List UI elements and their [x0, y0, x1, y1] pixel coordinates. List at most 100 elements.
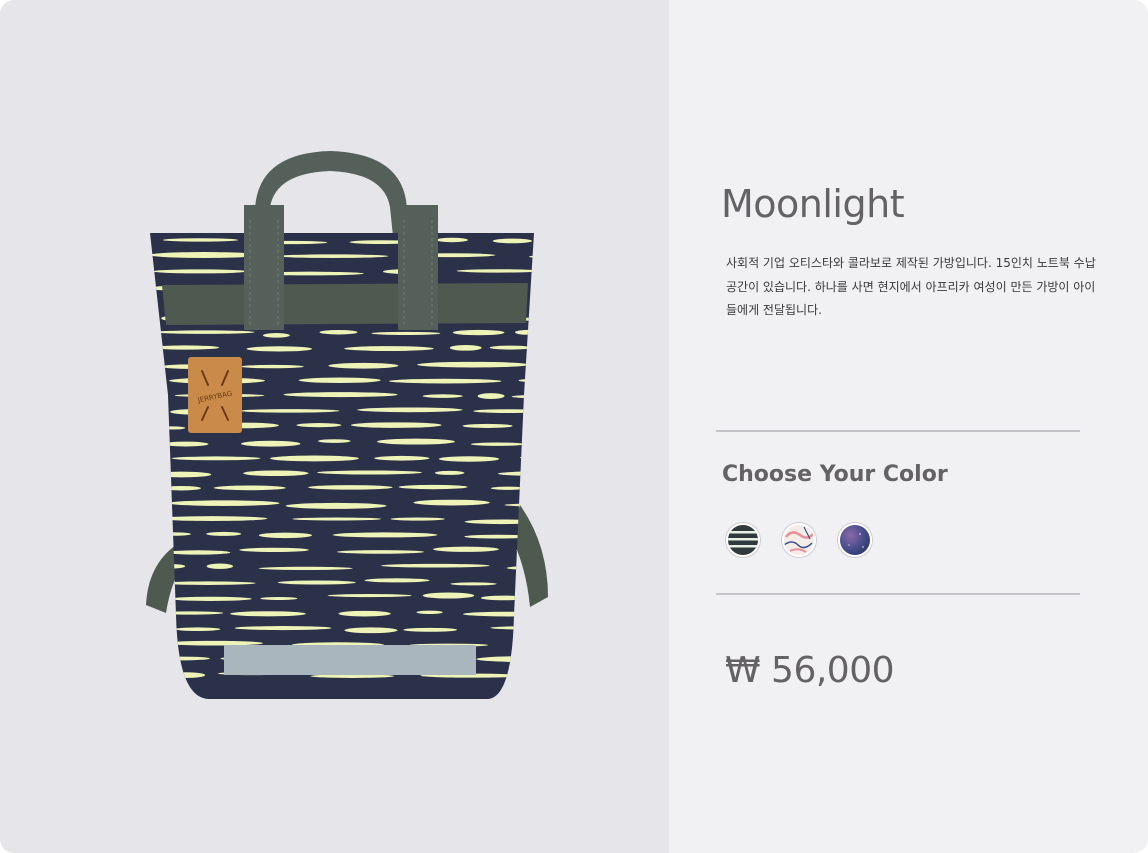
product-title: Moonlight	[721, 182, 905, 226]
color-swatch-group	[726, 523, 872, 557]
bag-pattern-stroke	[171, 456, 261, 461]
bag-pattern-stroke	[462, 423, 513, 428]
bag-pattern-stroke	[317, 439, 351, 443]
bag-pattern-stroke	[277, 254, 389, 258]
bag-pattern-stroke	[390, 517, 445, 521]
product-card: JERRYBAG Moonlight 사회적 기업 오티스타와 콜라보로 제작된…	[0, 0, 1148, 853]
bag-pattern-stroke	[413, 499, 490, 506]
bag-pattern-stroke	[158, 532, 191, 536]
bag-pattern-stroke	[470, 442, 525, 446]
bag-pattern-stroke	[166, 550, 231, 555]
bag-pattern-stroke	[422, 394, 463, 398]
bag-pattern-stroke	[157, 426, 186, 430]
bag-pattern-stroke	[258, 566, 353, 570]
bag-pattern-stroke	[374, 455, 430, 461]
bag-pattern-stroke	[344, 346, 434, 352]
bag-pattern-stroke	[234, 626, 332, 631]
bag-pattern-stroke	[285, 502, 387, 509]
product-description: 사회적 기업 오티스타와 콜라보로 제작된 가방입니다. 15인치 노트북 수납…	[726, 256, 1096, 317]
bag-pattern-stroke	[308, 485, 393, 490]
bag-pattern-stroke	[381, 563, 490, 568]
bag-pattern-stroke	[260, 596, 298, 601]
bag-pattern-stroke	[151, 345, 220, 350]
bag-pattern-stroke	[243, 470, 309, 477]
bag-pattern-stroke	[398, 484, 468, 490]
bag-pattern-stroke	[206, 563, 234, 569]
bag-pattern-stroke	[456, 269, 534, 273]
product-price: ₩ 56,000	[725, 650, 895, 691]
bag-pattern-stroke	[438, 456, 500, 462]
bag-pattern-stroke	[296, 423, 342, 428]
bag-pattern-stroke	[357, 407, 463, 413]
bag-pattern-stroke	[240, 440, 301, 447]
bag-pattern-stroke	[450, 582, 497, 586]
bag-pattern-stroke	[156, 516, 268, 521]
bag-pattern-stroke	[317, 470, 422, 475]
bag-pattern-stroke	[152, 471, 212, 478]
bag-pattern-stroke	[328, 362, 399, 369]
product-image-panel: JERRYBAG	[0, 0, 669, 853]
bag-pattern-stroke	[528, 254, 534, 259]
bag-pattern-stroke	[152, 656, 210, 661]
bag-pattern-stroke	[492, 238, 532, 244]
bag-pattern-stroke	[154, 330, 255, 334]
bag-pattern-stroke	[161, 486, 201, 491]
bag-pattern-stroke	[473, 409, 534, 413]
bag-pattern-stroke	[292, 517, 382, 521]
bag-pattern-stroke	[376, 438, 455, 445]
bag-pattern-stroke	[480, 595, 527, 601]
bag-pattern-stroke	[521, 641, 534, 646]
galaxy-pattern-swatch-icon	[840, 525, 870, 555]
color-swatch-pink-pattern[interactable]	[782, 523, 816, 557]
bag-pattern-stroke	[277, 580, 356, 585]
bag-pattern-stroke	[477, 393, 505, 399]
color-section-heading: Choose Your Color	[722, 462, 948, 487]
bag-pattern-stroke	[162, 441, 209, 447]
bag-pattern-stroke	[338, 610, 391, 617]
bag-pattern-stroke	[230, 611, 306, 617]
divider	[716, 593, 1080, 595]
product-info-panel: Moonlight 사회적 기업 오티스타와 콜라보로 제작된 가방입니다. 1…	[669, 0, 1148, 853]
bag-pattern-stroke	[327, 594, 412, 598]
bag-pattern-stroke	[434, 470, 465, 475]
bag-pattern-stroke	[262, 333, 290, 338]
bag-pattern-stroke	[270, 455, 359, 462]
stripe-pattern-swatch-icon	[728, 525, 758, 555]
bag-pattern-stroke	[515, 329, 534, 335]
bag-pattern-stroke	[388, 378, 502, 384]
bag-pattern-stroke	[206, 531, 242, 536]
bag-pattern-stroke	[166, 672, 206, 678]
bag-pattern-stroke	[449, 345, 482, 351]
bag-pattern-stroke	[403, 627, 457, 632]
bag-pattern-stroke	[371, 331, 441, 336]
bag-pattern-stroke	[246, 346, 313, 352]
bag-pattern-stroke	[436, 237, 468, 243]
bag-pattern-stroke	[344, 627, 398, 634]
bag-pattern-stroke	[417, 361, 530, 368]
bag-pattern-stroke	[150, 252, 260, 258]
bag-pattern-stroke	[452, 329, 505, 336]
color-swatch-galaxy-purple[interactable]	[838, 523, 872, 557]
bag-pattern-stroke	[174, 627, 221, 631]
bag-pattern-stroke	[152, 269, 248, 274]
bag-pattern-stroke	[519, 455, 534, 460]
bag-pattern-stroke	[489, 345, 532, 350]
bag-pattern-stroke	[433, 546, 499, 552]
bag-pattern-stroke	[416, 610, 443, 614]
backpack-image: JERRYBAG	[146, 151, 548, 699]
bag-pattern-stroke	[239, 547, 309, 553]
bag-pattern-stroke	[169, 596, 252, 601]
bag-pattern-stroke	[168, 500, 280, 506]
bag-pattern-stroke	[164, 640, 264, 646]
bag-pattern-stroke	[258, 532, 312, 539]
divider	[716, 430, 1080, 432]
bag-pattern-stroke	[298, 377, 381, 384]
bag-pattern-stroke	[350, 422, 442, 428]
bag-pattern-stroke	[462, 611, 534, 617]
bag-pattern-stroke	[422, 592, 475, 599]
bag-pattern-stroke	[364, 578, 430, 583]
color-swatch-navy-stripe[interactable]	[726, 523, 760, 557]
bag-pattern-stroke	[319, 329, 358, 335]
bag-pattern-stroke	[336, 550, 425, 554]
bag-pattern-stroke	[213, 485, 286, 491]
